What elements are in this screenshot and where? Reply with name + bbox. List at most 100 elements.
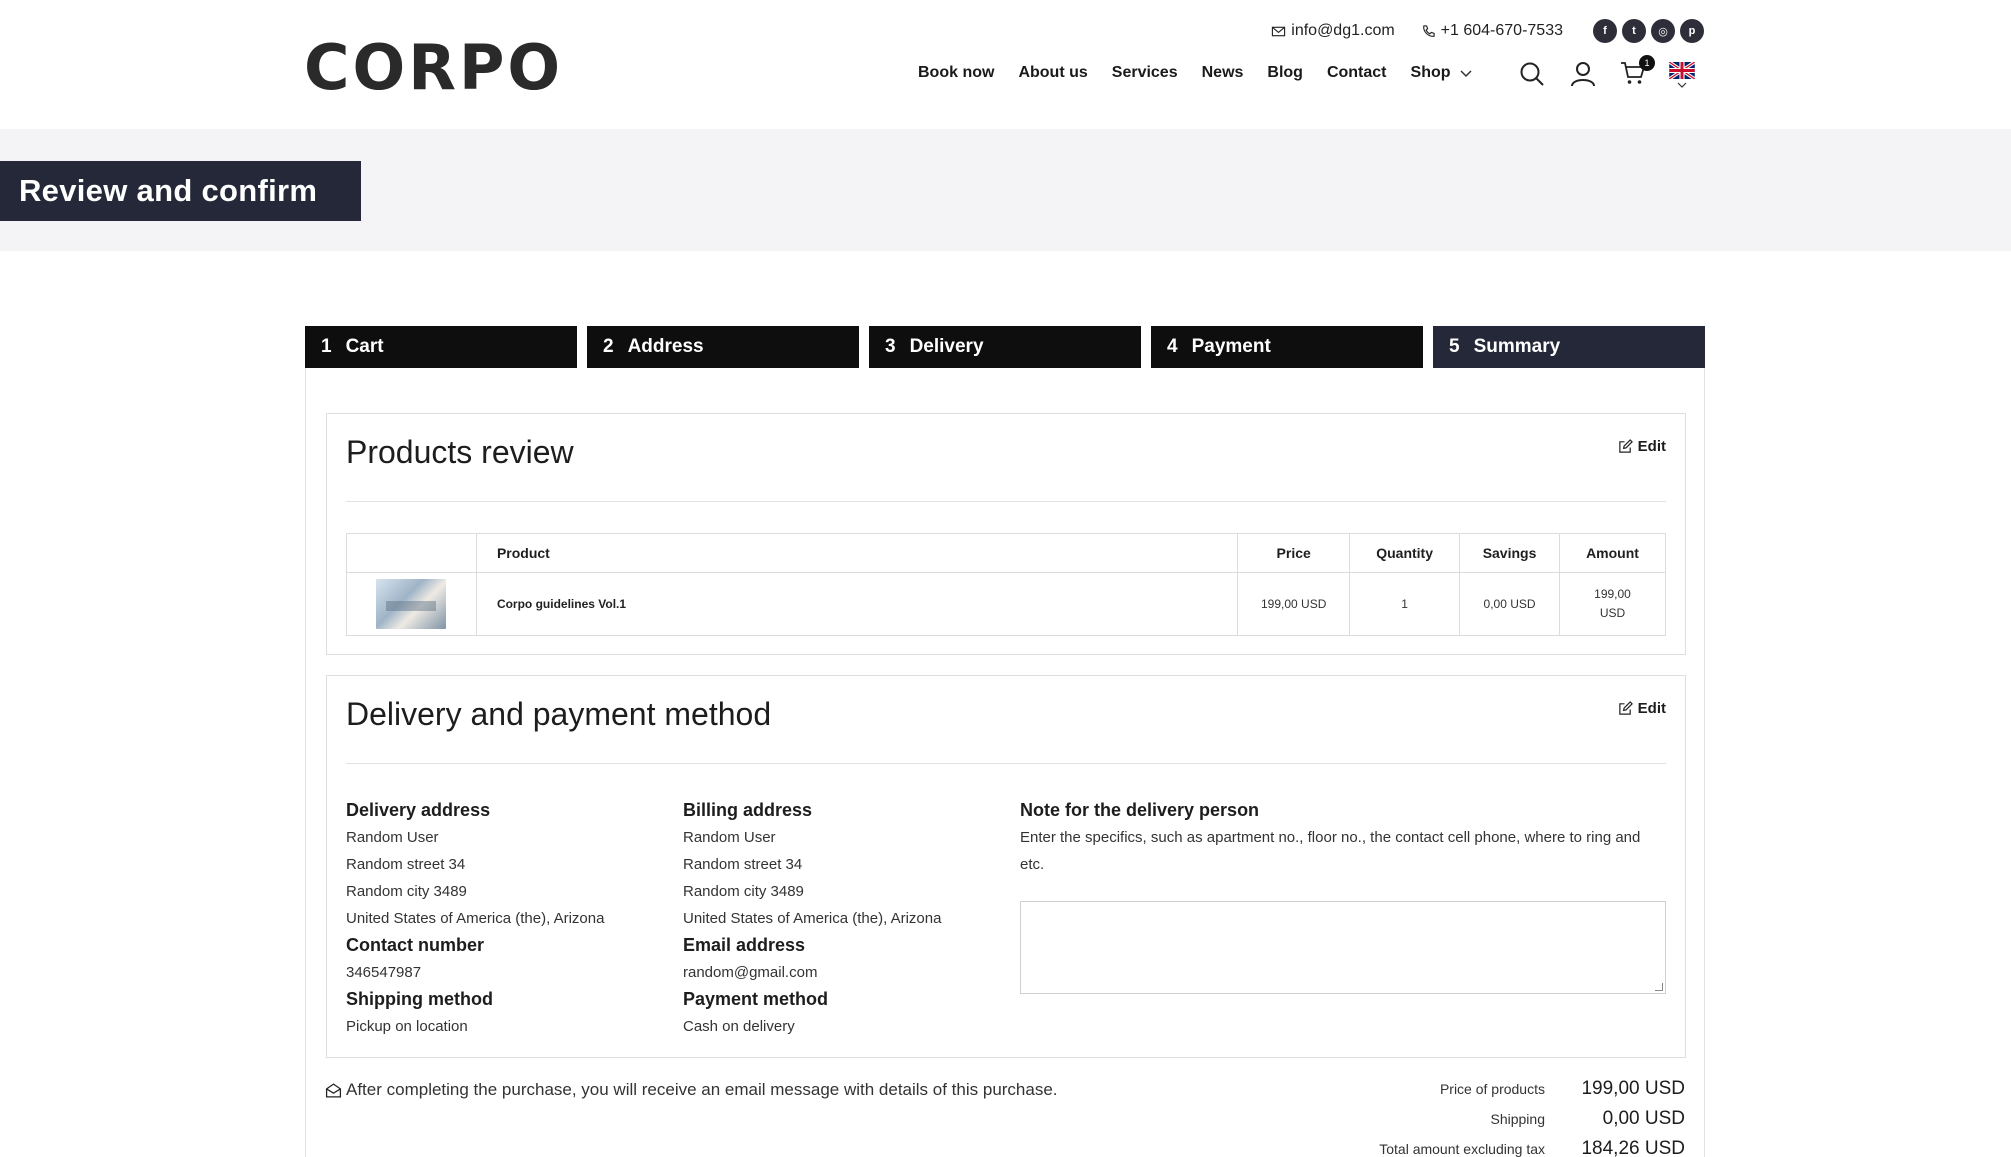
topbar: info@dg1.com +1 604-670-7533 f t ◎ p [1271,19,1704,43]
nav-item-shop-label: Shop [1410,64,1451,81]
col-price: Price [1237,533,1351,573]
payment-method-heading: Payment method [683,989,829,1009]
delivery-note-heading: Note for the delivery person [1020,800,1260,820]
edit-icon [1618,701,1633,715]
step-label: Payment [1191,336,1271,357]
product-name[interactable]: Corpo guidelines Vol.1 [475,572,1239,636]
resize-handle-icon[interactable] [1655,983,1663,991]
step-delivery[interactable]: 3 Delivery [869,326,1141,368]
step-label: Delivery [909,336,984,357]
delivery-payment-card: Delivery and payment method Edit Deliver… [326,675,1686,1058]
social-links: f t ◎ p [1593,19,1704,43]
email-link[interactable]: info@dg1.com [1271,22,1395,40]
step-summary[interactable]: 5 Summary [1433,326,1705,368]
step-label: Address [627,336,704,357]
edit-products-button[interactable]: Edit [1618,438,1666,455]
pinterest-icon[interactable]: p [1680,19,1704,43]
email-text: info@dg1.com [1291,22,1395,39]
billing-address-line: Random street 34 [683,856,803,873]
nav-item-shop[interactable]: Shop [1411,64,1473,82]
product-quantity: 1 [1349,572,1461,636]
edit-delivery-button[interactable]: Edit [1618,700,1666,717]
shipping-method-value: Pickup on location [346,1018,468,1035]
phone-icon [1422,24,1435,37]
user-icon[interactable] [1569,60,1597,88]
total-label: Total amount excluding tax [1379,1141,1545,1157]
search-icon[interactable] [1518,60,1546,88]
total-value: 0,00 USD [1602,1108,1685,1129]
billing-address-line: United States of America (the), Arizona [683,910,942,927]
delivery-address-column: Delivery address Random User Random stre… [346,797,676,1040]
shipping-method-heading: Shipping method [346,989,493,1009]
checkout-container: Products review Edit Product Price Quant… [305,368,1705,1157]
step-number: 3 [885,336,896,357]
nav-item-about-us[interactable]: About us [1018,64,1087,82]
email-notice-text: After completing the purchase, you will … [346,1080,1058,1099]
table-header-row: Product Price Quantity Savings Amount [346,533,1666,573]
delivery-note-instructions: Enter the specifics, such as apartment n… [1020,829,1641,873]
nav-item-services[interactable]: Services [1112,64,1178,82]
col-quantity: Quantity [1349,533,1461,573]
product-amount: 199,00 USD [1559,572,1666,636]
step-label: Summary [1473,336,1561,357]
chevron-down-icon [1459,70,1472,78]
instagram-icon[interactable]: ◎ [1651,19,1675,43]
edit-label: Edit [1637,700,1666,717]
contact-number-value: 346547987 [346,964,422,981]
products-review-title: Products review [346,434,574,470]
order-totals: Price of products 199,00 USD Shipping 0,… [1379,1078,1685,1157]
divider [346,763,1666,764]
nav-item-book-now[interactable]: Book now [918,64,994,82]
col-image [346,533,477,573]
payment-method-value: Cash on delivery [683,1018,795,1035]
chevron-down-icon [1677,82,1687,88]
delivery-address-line: United States of America (the), Arizona [346,910,605,927]
product-savings: 0,00 USD [1459,572,1561,636]
total-row: Total amount excluding tax 184,26 USD [1379,1138,1685,1157]
delivery-address-heading: Delivery address [346,800,491,820]
col-amount: Amount [1559,533,1666,573]
step-number: 5 [1449,336,1460,357]
step-address[interactable]: 2 Address [587,326,859,368]
products-review-card: Products review Edit Product Price Quant… [326,413,1686,655]
twitter-icon[interactable]: t [1622,19,1646,43]
total-value: 184,26 USD [1581,1138,1685,1157]
total-row: Price of products 199,00 USD [1379,1078,1685,1108]
email-address-heading: Email address [683,935,806,955]
edit-label: Edit [1637,438,1666,455]
nav-icons: 1 [1518,55,1696,88]
cart-icon[interactable]: 1 [1620,55,1655,88]
delivery-address-line: Random city 3489 [346,883,467,900]
cart-count-badge: 1 [1639,55,1655,71]
col-savings: Savings [1459,533,1561,573]
email-address-value: random@gmail.com [683,964,818,981]
phone-text: +1 604-670-7533 [1440,22,1563,39]
nav-item-contact[interactable]: Contact [1327,64,1387,82]
amount-value: 199,00 [1594,587,1631,601]
site-header: CORPO info@dg1.com +1 604-670-7533 f t ◎… [0,0,2011,129]
step-number: 2 [603,336,614,357]
uk-flag-icon [1668,60,1696,80]
step-payment[interactable]: 4 Payment [1151,326,1423,368]
logo[interactable]: CORPO [304,33,563,103]
phone-link[interactable]: +1 604-670-7533 [1421,22,1563,40]
email-notice: After completing the purchase, you will … [325,1080,1058,1100]
delivery-address-line: Random street 34 [346,856,466,873]
divider [346,501,1666,502]
mail-icon [1272,26,1286,36]
delivery-address-line: Random User [346,829,439,846]
nav-item-news[interactable]: News [1202,64,1244,82]
step-number: 4 [1167,336,1178,357]
step-cart[interactable]: 1 Cart [305,326,577,368]
facebook-icon[interactable]: f [1593,19,1617,43]
delivery-payment-title: Delivery and payment method [346,696,772,732]
nav-item-blog[interactable]: Blog [1267,64,1303,82]
total-value: 199,00 USD [1581,1078,1685,1099]
step-label: Cart [345,336,384,357]
language-selector[interactable] [1668,60,1696,88]
main-nav: Book now About us Services News Blog Con… [918,64,1497,82]
amount-currency: USD [1599,606,1626,620]
product-thumbnail[interactable] [376,579,447,629]
delivery-note-textarea[interactable] [1020,901,1666,994]
total-label: Price of products [1439,1081,1545,1097]
